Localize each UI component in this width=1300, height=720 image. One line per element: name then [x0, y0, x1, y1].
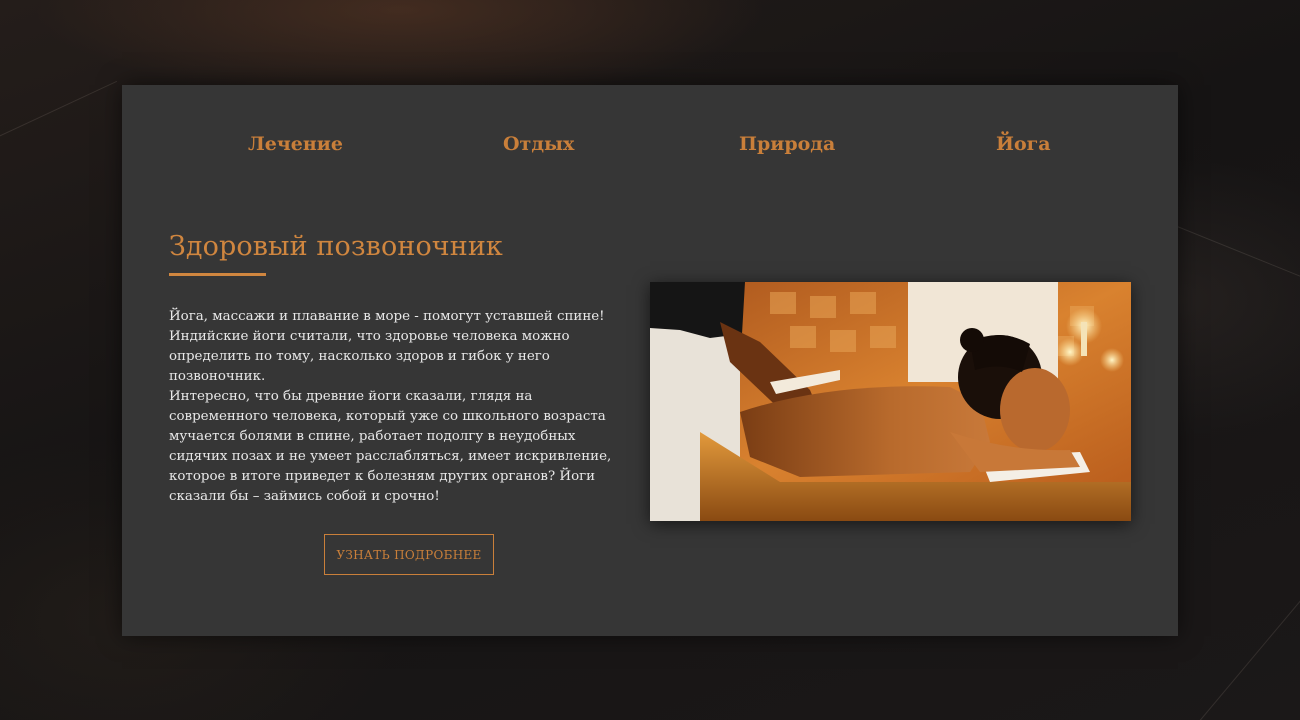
nav-item-nature[interactable]: Природа [739, 133, 835, 155]
nav-item-yoga[interactable]: Йога [996, 133, 1051, 155]
nav-item-treatment[interactable]: Лечение [248, 133, 343, 155]
background-decor-line [1199, 589, 1300, 720]
article-title: Здоровый позвоночник [169, 231, 503, 262]
learn-more-button[interactable]: УЗНАТЬ ПОДРОБНЕЕ [324, 534, 494, 575]
article-paragraph: Интересно, что бы древние йоги сказали, … [169, 389, 612, 504]
title-underline [169, 273, 266, 276]
massage-photo [650, 282, 1131, 521]
article-body: Йога, массажи и плавание в море - помогу… [169, 307, 631, 507]
content-panel: Лечение Отдых Природа Йога Здоровый позв… [122, 85, 1178, 636]
background-decor-line [0, 80, 118, 141]
article-paragraph: Йога, массажи и плавание в море - помогу… [169, 309, 605, 384]
nav-item-rest[interactable]: Отдых [503, 133, 574, 155]
